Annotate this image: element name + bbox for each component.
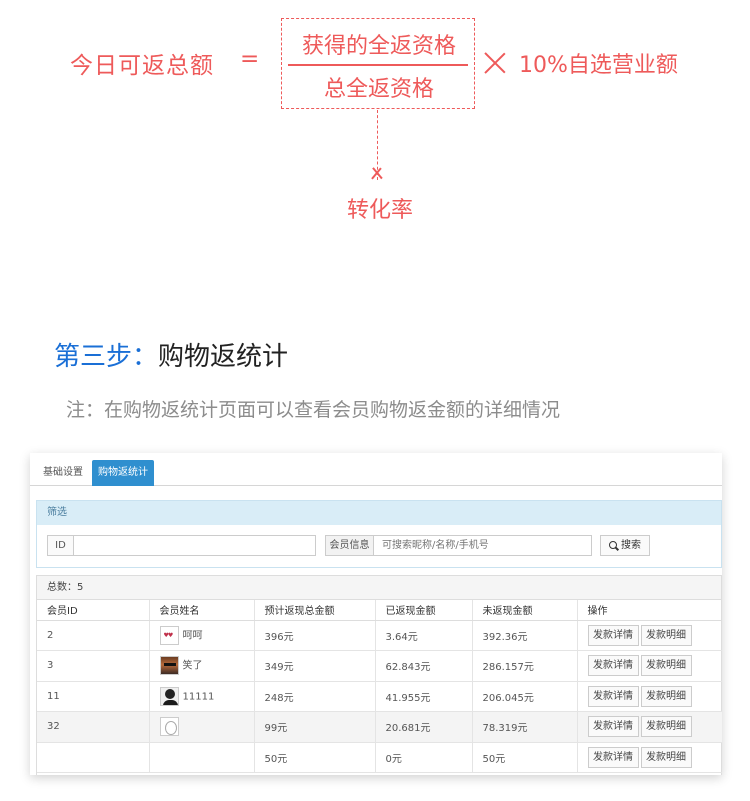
column-header: 会员ID (37, 600, 150, 621)
column-header: 操作 (577, 600, 722, 621)
member-info-label: 会员信息 (325, 535, 373, 556)
id-label: ID (47, 535, 73, 556)
id-input[interactable] (73, 535, 316, 556)
pending-amount: 392.36元 (472, 620, 578, 651)
step-note: 注：在购物返统计页面可以查看会员购物返金额的详细情况 (66, 399, 561, 421)
pending-amount: 78.319元 (472, 711, 578, 743)
formula-conversion-label: 转化率 (346, 198, 413, 223)
avatar (159, 686, 179, 706)
table-row: 11 11111 248元 41.955元 206.045元 发款详情 发款明细 (37, 681, 722, 712)
returned-amount: 41.955元 (375, 681, 473, 712)
column-header: 会员姓名 (149, 600, 255, 621)
rebate-table: 会员ID 会员姓名 预计返现总金额 已返现金额 未返现金额 操作 2 呵呵 39… (37, 600, 722, 773)
avatar (159, 717, 179, 737)
pending-amount: 286.157元 (472, 650, 578, 682)
payout-breakdown-button[interactable]: 发款明细 (640, 685, 692, 707)
filter-panel: 筛选 ID 会员信息 搜索 (36, 500, 722, 568)
returned-amount: 3.64元 (375, 620, 473, 651)
formula-equals-sign: = (240, 46, 260, 72)
expected-amount: 50元 (254, 742, 376, 773)
formula-numerator: 获得的全返资格 (301, 34, 456, 59)
tab-shopping-rebate-stats[interactable]: 购物返统计 (92, 460, 154, 486)
returned-amount: 0元 (375, 742, 473, 773)
search-icon (609, 541, 617, 549)
pending-amount: 50元 (472, 742, 578, 773)
formula-fraction-box: 获得的全返资格 总全返资格 (281, 18, 475, 109)
payout-detail-button[interactable]: 发款详情 (587, 746, 639, 768)
formula-right-term: 10%自选营业额 (519, 53, 678, 78)
tab-basic-settings[interactable]: 基础设置 (38, 460, 88, 486)
payout-detail-button[interactable]: 发款详情 (587, 624, 639, 646)
table-row: 32 99元 20.681元 78.319元 发款详情 发款明细 (37, 711, 722, 743)
member-id: 11 (37, 681, 150, 712)
payout-breakdown-button[interactable]: 发款明细 (640, 655, 692, 677)
formula-left-term: 今日可返总额 (70, 53, 214, 79)
formula-denominator: 总全返资格 (323, 77, 434, 102)
expected-amount: 349元 (254, 650, 376, 682)
table-row: 3 笑了 349元 62.843元 286.157元 发款详情 发款明细 (37, 650, 722, 682)
filter-title: 筛选 (37, 501, 721, 525)
member-name: 笑了 (182, 660, 203, 672)
member-name-cell (149, 711, 255, 743)
member-id: 2 (37, 620, 150, 651)
column-header: 未返现金额 (472, 600, 578, 621)
formula-fraction-bar (288, 64, 468, 66)
formula-diagram: 今日可返总额 = 获得的全返资格 总全返资格 10%自选营业额 转化率 (0, 0, 750, 240)
payout-detail-button[interactable]: 发款详情 (587, 716, 639, 738)
multiply-icon (484, 52, 506, 74)
member-name-cell (149, 742, 255, 773)
member-id: 3 (37, 650, 150, 682)
payout-breakdown-button[interactable]: 发款明细 (640, 746, 692, 768)
total-count: 总数：5 (37, 576, 721, 600)
step-heading: 第三步：购物返统计 (54, 336, 288, 373)
table-row: 2 呵呵 396元 3.64元 392.36元 发款详情发款明细 (37, 620, 722, 651)
member-id: 32 (37, 711, 150, 743)
member-name: 11111 (182, 691, 215, 703)
actions-cell: 发款详情 发款明细 (577, 681, 722, 712)
payout-breakdown-button[interactable]: 发款明细 (640, 716, 692, 738)
expected-amount: 99元 (254, 711, 376, 743)
payout-detail-button[interactable]: 发款详情 (587, 655, 639, 677)
actions-cell: 发款详情 发款明细 (577, 711, 722, 743)
tab-bar: 基础设置 购物返统计 (30, 453, 722, 486)
rebate-list-panel: 总数：5 会员ID 会员姓名 预计返现总金额 已返现金额 未返现金额 操作 2 … (36, 575, 722, 775)
search-button[interactable]: 搜索 (600, 535, 650, 556)
column-header: 已返现金额 (375, 600, 473, 621)
step-number: 第三步： (54, 342, 159, 372)
member-name-cell: 11111 (149, 681, 255, 712)
table-row: 50元 0元 50元 发款详情 发款明细 (37, 742, 722, 773)
table-header-row: 会员ID 会员姓名 预计返现总金额 已返现金额 未返现金额 操作 (37, 600, 722, 621)
actions-cell: 发款详情 发款明细 (577, 650, 722, 682)
member-name: 呵呵 (182, 630, 203, 642)
member-id (37, 742, 150, 773)
member-name-cell: 呵呵 (149, 620, 255, 651)
payout-breakdown-button[interactable]: 发款明细 (640, 624, 692, 646)
actions-cell: 发款详情 发款明细 (577, 620, 722, 651)
member-info-input[interactable] (373, 535, 592, 556)
member-name-cell: 笑了 (149, 650, 255, 682)
actions-cell: 发款详情 发款明细 (577, 742, 722, 773)
returned-amount: 62.843元 (375, 650, 473, 682)
avatar (159, 656, 179, 676)
arrow-down-icon (369, 168, 385, 184)
avatar (159, 625, 179, 645)
returned-amount: 20.681元 (375, 711, 473, 743)
expected-amount: 248元 (254, 681, 376, 712)
column-header: 预计返现总金额 (254, 600, 376, 621)
payout-detail-button[interactable]: 发款详情 (587, 685, 639, 707)
pending-amount: 206.045元 (472, 681, 578, 712)
search-button-label: 搜索 (621, 540, 641, 551)
admin-screenshot: 基础设置 购物返统计 筛选 ID 会员信息 搜索 总数：5 会员ID 会员姓名 … (30, 453, 722, 775)
step-title: 购物返统计 (158, 342, 289, 372)
expected-amount: 396元 (254, 620, 376, 651)
